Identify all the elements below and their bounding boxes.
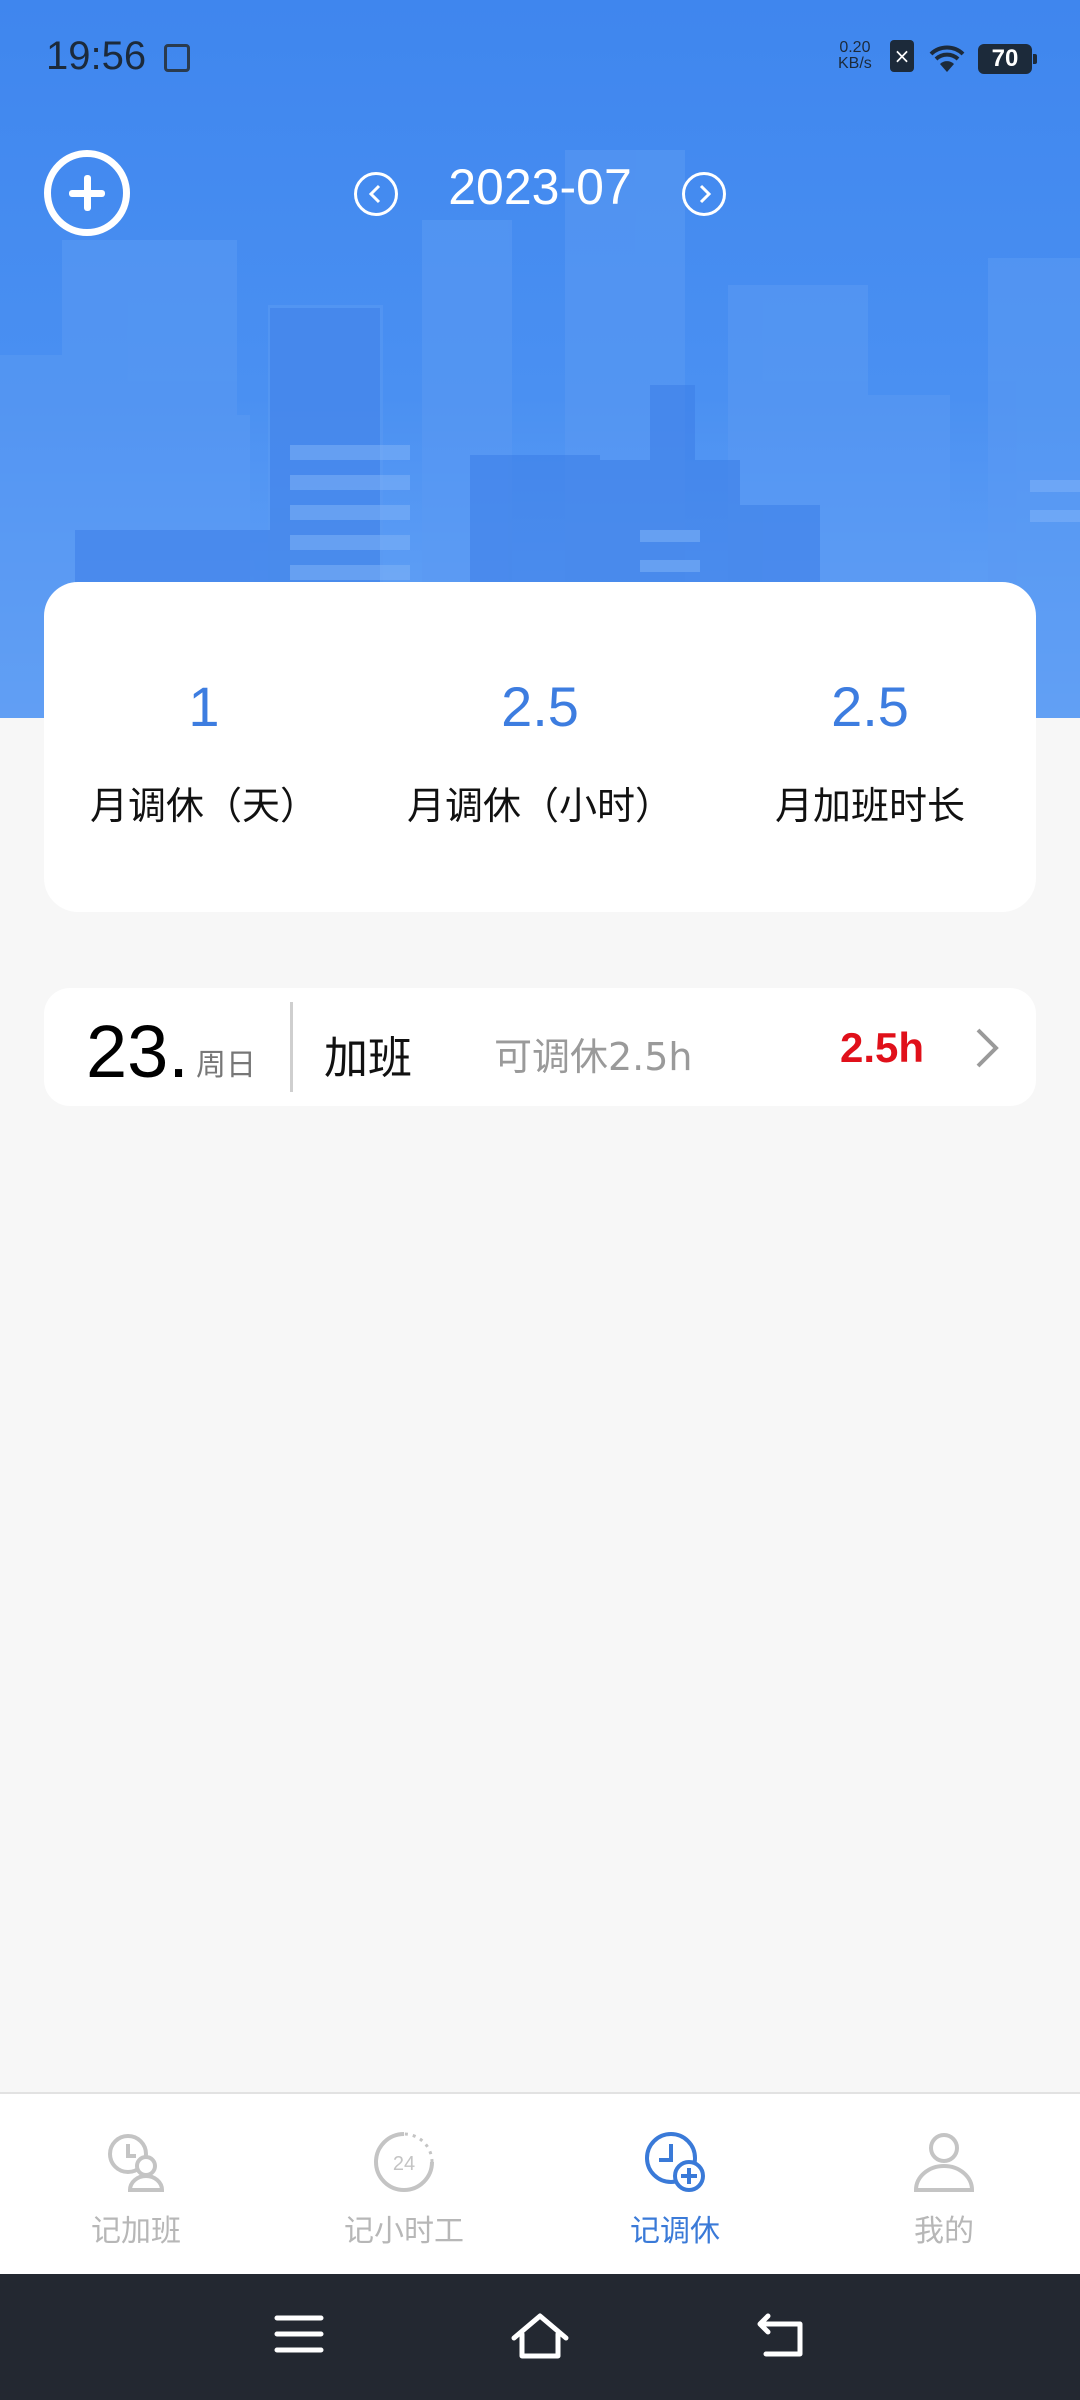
svg-text:24: 24 xyxy=(393,2153,415,2175)
stat-overtime-hours: 2.5 月加班时长 xyxy=(720,674,1020,830)
tab-label: 记调休 xyxy=(630,2214,720,2249)
chevron-right-icon xyxy=(976,1028,999,1068)
record-note: 可调休2.5h xyxy=(494,1035,693,1079)
tab-leave[interactable]: 记调休 xyxy=(565,2130,785,2250)
network-speed-unit: KB/s xyxy=(838,55,872,72)
record-divider xyxy=(290,1002,293,1092)
stat-value: 2.5 xyxy=(501,675,579,738)
record-weekday: 周日 xyxy=(196,1048,256,1083)
wifi-icon xyxy=(929,45,965,72)
stat-label: 月加班时长 xyxy=(774,784,965,828)
month-navigator: 2023-07 xyxy=(0,150,1080,236)
battery-indicator: 70 xyxy=(978,44,1037,74)
record-list-item[interactable]: 23. 周日 加班 可调休2.5h 2.5h xyxy=(44,988,1036,1106)
current-month: 2023-07 xyxy=(448,159,632,215)
monthly-stats-card: 1 月调休（天） 2.5 月调休（小时） 2.5 月加班时长 xyxy=(44,582,1036,912)
tab-label: 记加班 xyxy=(91,2214,181,2249)
sim-card-icon xyxy=(164,44,190,72)
tab-label: 我的 xyxy=(914,2214,974,2249)
stat-value: 2.5 xyxy=(831,675,909,738)
network-speed: 0.20 KB/s xyxy=(838,40,872,72)
stat-label: 月调休（小时） xyxy=(406,784,673,828)
bottom-tab-bar: 记加班 24 记小时工 记调休 我的 xyxy=(0,2092,1080,2274)
back-icon[interactable] xyxy=(754,2312,806,2360)
chevron-left-icon xyxy=(368,184,381,204)
clock-person-icon xyxy=(108,2134,165,2192)
no-sim-icon: × xyxy=(890,40,914,72)
stat-leave-days: 1 月调休（天） xyxy=(54,674,354,830)
record-hours: 2.5h xyxy=(840,1024,925,1071)
system-navigation-bar xyxy=(0,2274,1080,2400)
stat-label: 月调休（天） xyxy=(89,784,318,828)
stat-leave-hours: 2.5 月调休（小时） xyxy=(390,674,690,830)
chevron-right-icon xyxy=(699,184,712,204)
tab-label: 记小时工 xyxy=(344,2214,464,2249)
tab-hourly[interactable]: 24 记小时工 xyxy=(294,2130,514,2250)
24-hours-icon: 24 xyxy=(374,2132,434,2192)
record-type: 加班 xyxy=(324,1033,412,1084)
status-time: 19:56 xyxy=(46,34,147,78)
next-month-button[interactable] xyxy=(682,172,726,216)
previous-month-button[interactable] xyxy=(354,172,398,216)
clock-add-icon xyxy=(645,2132,705,2192)
tab-profile[interactable]: 我的 xyxy=(834,2130,1054,2250)
tab-overtime[interactable]: 记加班 xyxy=(26,2130,246,2250)
menu-icon[interactable] xyxy=(274,2312,324,2356)
record-day: 23. xyxy=(86,1010,189,1093)
status-bar: 19:56 0.20 KB/s × 70 xyxy=(0,0,1080,118)
network-speed-value: 0.20 xyxy=(839,39,871,56)
stat-value: 1 xyxy=(188,675,220,738)
home-icon[interactable] xyxy=(510,2312,570,2362)
person-icon xyxy=(913,2133,975,2192)
